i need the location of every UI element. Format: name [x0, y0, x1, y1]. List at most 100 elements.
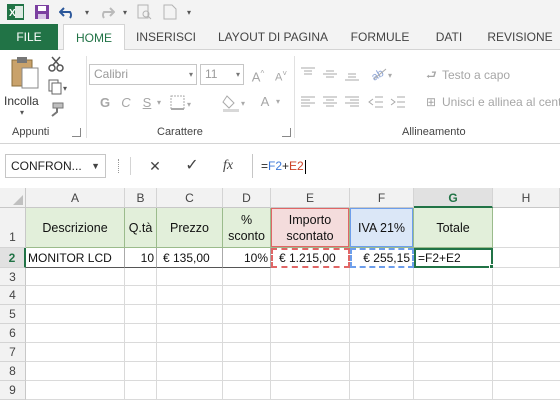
text-cursor: [304, 159, 306, 174]
font-name-select[interactable]: Calibri ▾: [89, 64, 197, 85]
bold-icon[interactable]: G: [96, 94, 114, 112]
decrease-indent-icon[interactable]: [368, 95, 386, 111]
cell-e1[interactable]: Importo scontato: [271, 208, 350, 248]
column-header-a[interactable]: A: [26, 188, 125, 208]
row-header-6[interactable]: 6: [0, 324, 26, 343]
formula-ref-e2: E2: [289, 159, 304, 173]
column-header-e[interactable]: E: [271, 188, 350, 208]
row-header-8[interactable]: 8: [0, 362, 26, 381]
row-header-9[interactable]: 9: [0, 381, 26, 400]
cell-h1[interactable]: [493, 208, 560, 248]
tab-revisione[interactable]: REVISIONE: [480, 24, 560, 50]
tab-layout-di-pagina[interactable]: LAYOUT DI PAGINA: [210, 24, 336, 50]
cell-b2[interactable]: 10: [125, 248, 157, 268]
align-left-icon[interactable]: [300, 95, 318, 111]
tab-formule[interactable]: FORMULE: [342, 24, 418, 50]
clipboard-launcher-icon[interactable]: [72, 128, 81, 137]
bottom-align-icon[interactable]: [344, 66, 362, 82]
merge-center-icon: ⊞: [426, 95, 437, 109]
cell-g1[interactable]: Totale: [414, 208, 493, 248]
cell-a2[interactable]: MONITOR LCD: [26, 248, 125, 268]
formula-equals: =: [261, 159, 269, 173]
clipboard-group-label: Appunti: [12, 126, 50, 138]
formula-ref-f2: F2: [268, 159, 283, 173]
cell-d2[interactable]: 10%: [223, 248, 271, 268]
row-header-3[interactable]: 3: [0, 268, 26, 286]
cell-b1[interactable]: Q.tà: [125, 208, 157, 248]
undo-dropdown-icon[interactable]: ▾: [82, 1, 92, 23]
undo-icon[interactable]: [56, 1, 80, 23]
redo-icon[interactable]: [94, 1, 118, 23]
ribbon-tabs: FILE HOME INSERISCI LAYOUT DI PAGINA FOR…: [0, 24, 560, 51]
column-header-f[interactable]: F: [350, 188, 414, 208]
row-header-7[interactable]: 7: [0, 343, 26, 362]
column-header-b[interactable]: B: [125, 188, 157, 208]
save-icon[interactable]: [30, 1, 54, 23]
font-color-icon[interactable]: A ▾: [256, 93, 286, 113]
orientation-icon[interactable]: ab ▾: [369, 64, 396, 84]
select-all-button[interactable]: [0, 188, 26, 208]
merge-center-button[interactable]: ⊞ Unisci e allinea al centro: [426, 95, 560, 109]
copy-icon[interactable]: ▾: [48, 79, 70, 97]
increase-indent-icon[interactable]: [390, 95, 408, 111]
paste-button[interactable]: Incolla ▾: [4, 54, 46, 118]
cell-d1[interactable]: % sconto: [223, 208, 271, 248]
tab-dati[interactable]: DATI: [424, 24, 474, 50]
name-box-value: CONFRON...: [11, 159, 82, 173]
merge-center-label: Unisci e allinea al centro: [442, 95, 560, 109]
row-header-2[interactable]: 2: [0, 248, 26, 268]
font-size-select[interactable]: 11 ▾: [200, 64, 244, 85]
row-header-1[interactable]: 1: [0, 208, 26, 248]
grow-font-icon[interactable]: A^: [248, 65, 268, 84]
font-name-value: Calibri: [94, 67, 129, 81]
svg-text:▾: ▾: [187, 100, 191, 109]
fill-color-icon[interactable]: ▾: [222, 93, 252, 113]
format-painter-icon[interactable]: [48, 102, 66, 120]
ribbon-separator: [294, 56, 295, 138]
grid-lines: [26, 268, 560, 400]
row-header-5[interactable]: 5: [0, 305, 26, 324]
shrink-font-icon[interactable]: A˅: [271, 65, 291, 84]
tab-home[interactable]: HOME: [63, 24, 125, 51]
cell-f2[interactable]: € 255,15: [350, 248, 414, 268]
cell-g2[interactable]: =F2+E2: [414, 248, 493, 268]
italic-icon[interactable]: C: [117, 94, 135, 112]
redo-dropdown-icon[interactable]: ▾: [120, 1, 130, 23]
column-header-c[interactable]: C: [157, 188, 223, 208]
underline-dropdown-icon[interactable]: ▾: [154, 94, 164, 112]
middle-align-icon[interactable]: [322, 66, 340, 82]
row-header-4[interactable]: 4: [0, 286, 26, 305]
cancel-formula-icon[interactable]: ✕: [144, 156, 166, 176]
wrap-text-button[interactable]: ⮐ Testo a capo: [426, 66, 510, 87]
font-group-label: Carattere: [157, 126, 203, 138]
name-box[interactable]: CONFRON... ▼: [5, 154, 106, 178]
tab-file[interactable]: FILE: [0, 24, 58, 50]
enter-formula-icon[interactable]: ✓: [181, 156, 203, 176]
align-center-icon[interactable]: [322, 95, 340, 111]
cell-h2[interactable]: [493, 248, 560, 268]
cell-c2[interactable]: € 135,00: [157, 248, 223, 268]
cell-a1[interactable]: Descrizione: [26, 208, 125, 248]
font-name-dropdown-icon: ▾: [188, 70, 193, 79]
cell-c1[interactable]: Prezzo: [157, 208, 223, 248]
align-right-icon[interactable]: [344, 95, 362, 111]
new-document-icon[interactable]: [158, 1, 182, 23]
formula-plus: +: [282, 159, 290, 173]
ribbon-home: Incolla ▾ ▾ Appunti Calibri ▾ 11 ▾ A^ A˅…: [0, 50, 560, 144]
cell-f1[interactable]: IVA 21%: [350, 208, 414, 248]
customize-icon[interactable]: ▾: [184, 1, 194, 23]
formula-separator: [130, 157, 131, 175]
cell-e2[interactable]: € 1.215,00: [271, 248, 350, 268]
formula-input[interactable]: =F2+E2: [252, 154, 560, 178]
column-header-d[interactable]: D: [223, 188, 271, 208]
column-header-g[interactable]: G: [414, 188, 493, 208]
cut-icon[interactable]: [48, 56, 66, 74]
svg-text:▾: ▾: [388, 71, 392, 80]
tab-inserisci[interactable]: INSERISCI: [128, 24, 204, 50]
insert-function-icon[interactable]: fx: [217, 156, 239, 176]
borders-icon[interactable]: ▾: [170, 95, 196, 113]
top-align-icon[interactable]: [300, 66, 318, 82]
font-launcher-icon[interactable]: [282, 128, 291, 137]
print-preview-icon[interactable]: [132, 1, 156, 23]
column-header-h[interactable]: H: [493, 188, 560, 208]
